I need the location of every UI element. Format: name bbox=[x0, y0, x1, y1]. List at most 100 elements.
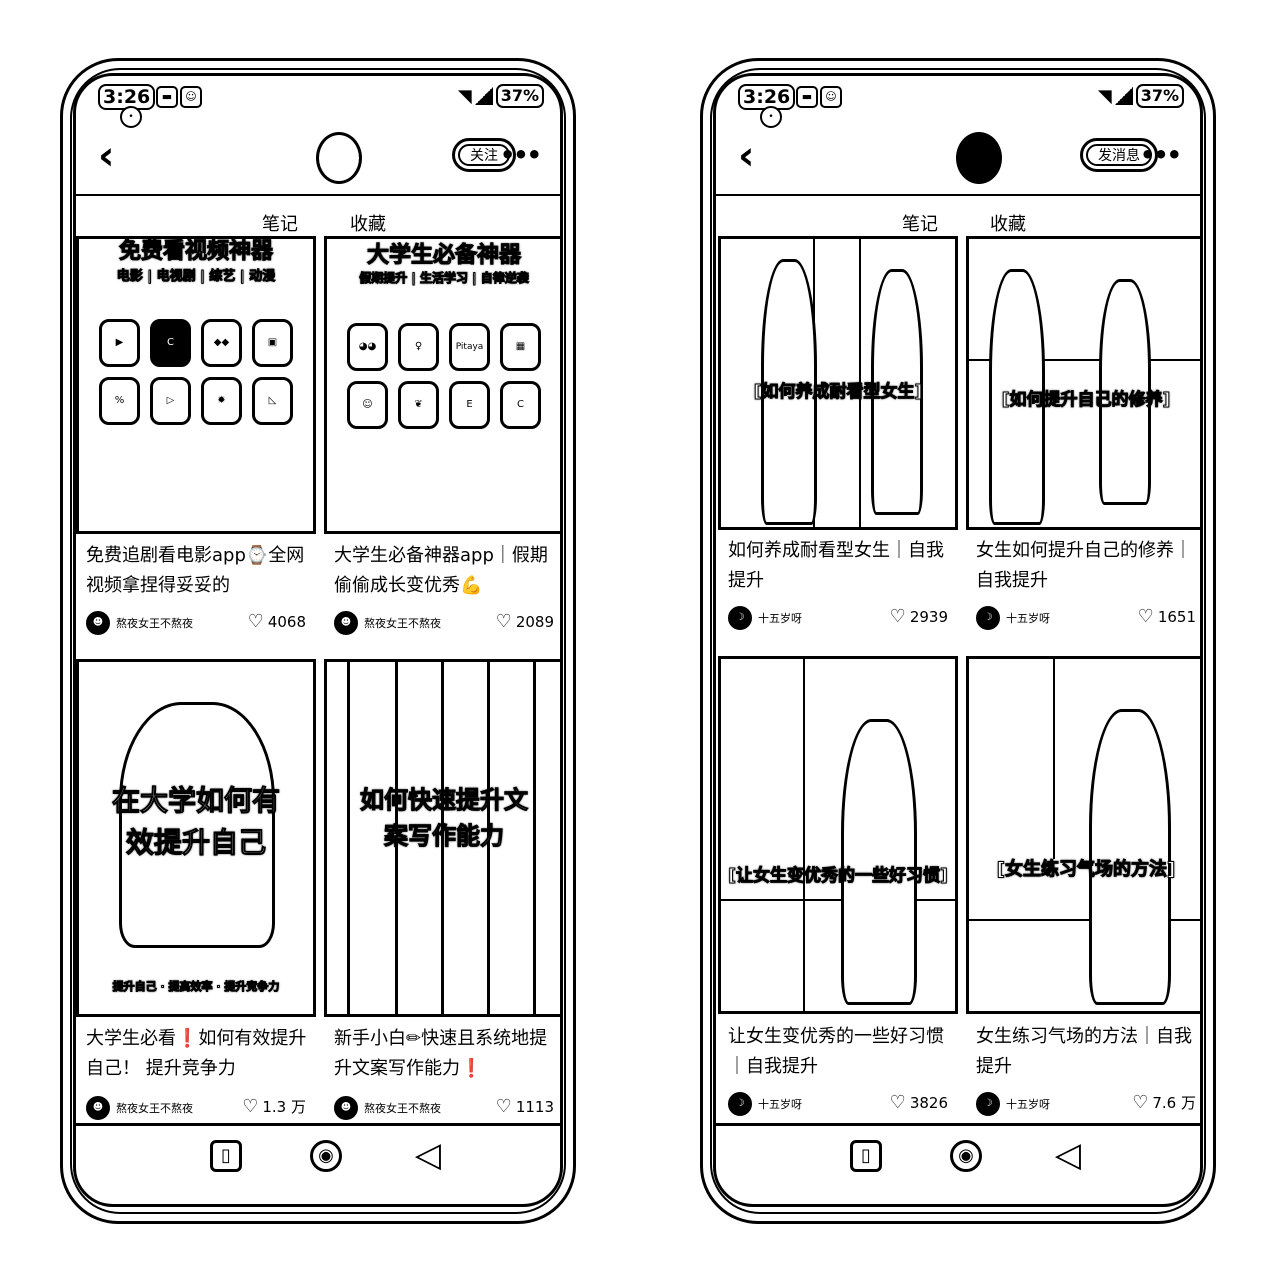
circle-home-icon[interactable]: ◉ bbox=[310, 1140, 342, 1172]
notification-icon: ▬ bbox=[156, 86, 178, 108]
square-recents-icon[interactable]: ▯ bbox=[210, 1140, 242, 1172]
play-app-icon: ▶ bbox=[99, 319, 140, 367]
signal-icon bbox=[474, 87, 493, 105]
square-recents-icon[interactable]: ▯ bbox=[850, 1140, 882, 1172]
like-value: 1.3 万 bbox=[262, 1098, 306, 1116]
thumbnail-subcaption: 电影 | 电视剧 | 综艺 | 动漫 bbox=[116, 269, 276, 285]
tab-bar: 笔记 收藏 bbox=[716, 194, 1200, 246]
leaf-app-icon: ❦ bbox=[398, 381, 439, 429]
chevron-left-icon[interactable]: ‹ bbox=[98, 134, 114, 178]
thumbnail-caption: 如何快速提升文案写作能力 bbox=[360, 786, 529, 851]
tab-bar: 笔记 收藏 bbox=[76, 194, 560, 246]
like-count[interactable]: ♡ 1651 bbox=[1138, 606, 1196, 627]
thumbnail-caption: [让女生变优秀的一些好习惯] bbox=[728, 866, 949, 887]
like-count[interactable]: ♡ 2939 bbox=[890, 606, 948, 627]
grid-app-icon: ▦ bbox=[500, 323, 541, 371]
thumbnail-caption: [如何养成耐看型女生] bbox=[753, 382, 923, 403]
like-value: 1113 bbox=[515, 1097, 554, 1116]
note-title[interactable]: 让女生变优秀的一些好习惯｜自我提升 bbox=[728, 1022, 953, 1082]
author-name[interactable]: 熬夜女王不熬夜 bbox=[116, 615, 193, 631]
note-thumbnail[interactable]: [女生练习气场的方法] bbox=[966, 656, 1200, 1014]
cat-app-icon: ◕◕ bbox=[347, 323, 388, 371]
like-count[interactable]: ♡ 2089 bbox=[496, 611, 554, 632]
heart-icon[interactable]: ♡ bbox=[890, 1092, 906, 1113]
heart-icon[interactable]: ♡ bbox=[496, 611, 512, 632]
author-name[interactable]: 十五岁呀 bbox=[1006, 610, 1050, 626]
note-thumbnail[interactable]: 在大学如何有效提升自己 提升自己 · 提高效率 · 提升竞争力 bbox=[76, 659, 316, 1017]
heart-icon[interactable]: ♡ bbox=[1132, 1092, 1148, 1113]
screen: 3:26 ▬ ☺ • ◥ 37% ‹ 关注 ••• 笔记 收藏 免费看视频神器 … bbox=[73, 73, 563, 1207]
profile-avatar[interactable] bbox=[956, 132, 1002, 184]
status-right: ◥ 37% bbox=[1098, 84, 1184, 108]
author-name[interactable]: 十五岁呀 bbox=[758, 1096, 802, 1112]
circle-home-icon[interactable]: ◉ bbox=[950, 1140, 982, 1172]
like-count[interactable]: ♡ 3826 bbox=[890, 1092, 948, 1113]
triangle-back-icon[interactable]: ◁ bbox=[1052, 1138, 1084, 1172]
heart-icon[interactable]: ♡ bbox=[890, 606, 906, 627]
tab-collections[interactable]: 收藏 bbox=[350, 210, 386, 236]
author-avatar[interactable]: ☽ bbox=[728, 606, 752, 630]
face-app-icon: ☺ bbox=[347, 381, 388, 429]
author-avatar[interactable]: ☽ bbox=[976, 1092, 1000, 1116]
author-avatar[interactable]: ☻ bbox=[334, 1096, 358, 1120]
screen: 3:26 ▬ ☺ • ◥ 37% ‹ 发消息 ••• 笔记 收藏 [如何养成耐看… bbox=[713, 73, 1203, 1207]
heart-icon[interactable]: ♡ bbox=[242, 1096, 258, 1117]
c-app-icon: C bbox=[150, 319, 191, 367]
note-meta: ☻ 熬夜女王不熬夜 ♡ 2089 bbox=[334, 611, 554, 637]
author-name[interactable]: 十五岁呀 bbox=[758, 610, 802, 626]
ground-line bbox=[721, 899, 955, 901]
thumbnail-subcaption: 提升自己 · 提高效率 · 提升竞争力 bbox=[112, 980, 280, 994]
profile-avatar[interactable] bbox=[316, 132, 362, 184]
like-count[interactable]: ♡ 7.6 万 bbox=[1132, 1092, 1196, 1113]
heart-icon[interactable]: ♡ bbox=[248, 611, 264, 632]
tab-notes[interactable]: 笔记 bbox=[902, 210, 938, 246]
note-title[interactable]: 新手小白✏快速且系统地提升文案写作能力❗ bbox=[334, 1024, 559, 1084]
triangle-back-icon[interactable]: ◁ bbox=[412, 1138, 444, 1172]
note-title[interactable]: 免费追剧看电影app⌚全网视频拿捏得妥妥的 bbox=[86, 541, 311, 601]
heart-icon[interactable]: ♡ bbox=[1138, 606, 1154, 627]
wifi-icon: ◥ bbox=[1097, 85, 1112, 107]
note-thumbnail[interactable]: 免费看视频神器 电影 | 电视剧 | 综艺 | 动漫 ▶ C ◆◆ ▣ % ▷ … bbox=[76, 236, 316, 534]
gear-app-icon: ✹ bbox=[201, 377, 242, 425]
tab-notes[interactable]: 笔记 bbox=[262, 210, 298, 246]
small-badge-icon: • bbox=[760, 106, 782, 128]
note-title[interactable]: 大学生必看❗如何有效提升自己！ 提升竞争力 bbox=[86, 1024, 311, 1084]
author-name[interactable]: 熬夜女王不熬夜 bbox=[364, 1100, 441, 1116]
thumbnail-caption: [如何提升自己的修养] bbox=[1001, 390, 1171, 411]
like-count[interactable]: ♡ 1113 bbox=[496, 1096, 554, 1117]
author-avatar[interactable]: ☻ bbox=[86, 1096, 110, 1120]
author-avatar[interactable]: ☽ bbox=[728, 1092, 752, 1116]
author-avatar[interactable]: ☽ bbox=[976, 606, 1000, 630]
note-thumbnail[interactable]: [让女生变优秀的一些好习惯] bbox=[718, 656, 958, 1014]
heart-icon[interactable]: ♡ bbox=[496, 1096, 512, 1117]
tab-collections[interactable]: 收藏 bbox=[990, 210, 1026, 236]
like-count[interactable]: ♡ 4068 bbox=[248, 611, 306, 632]
ruler-app-icon: ◺ bbox=[252, 377, 293, 425]
note-thumbnail[interactable]: 如何快速提升文案写作能力 bbox=[324, 659, 560, 1017]
author-name[interactable]: 熬夜女王不熬夜 bbox=[116, 1100, 193, 1116]
more-dots-icon[interactable]: ••• bbox=[500, 143, 542, 167]
more-dots-icon[interactable]: ••• bbox=[1140, 143, 1182, 167]
author-name[interactable]: 十五岁呀 bbox=[1006, 1096, 1050, 1112]
note-title[interactable]: 如何养成耐看型女生｜自我提升 bbox=[728, 536, 953, 596]
note-title[interactable]: 女生如何提升自己的修养｜自我提升 bbox=[976, 536, 1200, 596]
like-count[interactable]: ♡ 1.3 万 bbox=[242, 1096, 306, 1117]
note-thumbnail[interactable]: [如何提升自己的修养] bbox=[966, 236, 1200, 530]
tv-app-icon: ▣ bbox=[252, 319, 293, 367]
chevron-left-icon[interactable]: ‹ bbox=[738, 134, 754, 178]
like-value: 2939 bbox=[909, 607, 948, 626]
note-thumbnail[interactable]: [如何养成耐看型女生] bbox=[718, 236, 958, 530]
building-line bbox=[803, 659, 805, 1011]
author-name[interactable]: 熬夜女王不熬夜 bbox=[364, 615, 441, 631]
note-title[interactable]: 女生练习气场的方法｜自我提升 bbox=[976, 1022, 1200, 1082]
status-right: ◥ 37% bbox=[458, 84, 544, 108]
note-title[interactable]: 大学生必备神器app｜假期偷偷成长变优秀💪 bbox=[334, 541, 559, 601]
e-app-icon: E bbox=[449, 381, 490, 429]
note-meta: ☽ 十五岁呀 ♡ 2939 bbox=[728, 606, 948, 632]
author-avatar[interactable]: ☻ bbox=[334, 611, 358, 635]
notification-icon: ▬ bbox=[796, 86, 818, 108]
signal-icon bbox=[1114, 87, 1133, 105]
note-thumbnail[interactable]: 大学生必备神器 假期提升 | 生活学习 | 自律逆袭 ◕◕ ♀ Pitaya ▦… bbox=[324, 236, 560, 534]
author-avatar[interactable]: ☻ bbox=[86, 611, 110, 635]
smiley-icon: ☺ bbox=[180, 86, 202, 108]
